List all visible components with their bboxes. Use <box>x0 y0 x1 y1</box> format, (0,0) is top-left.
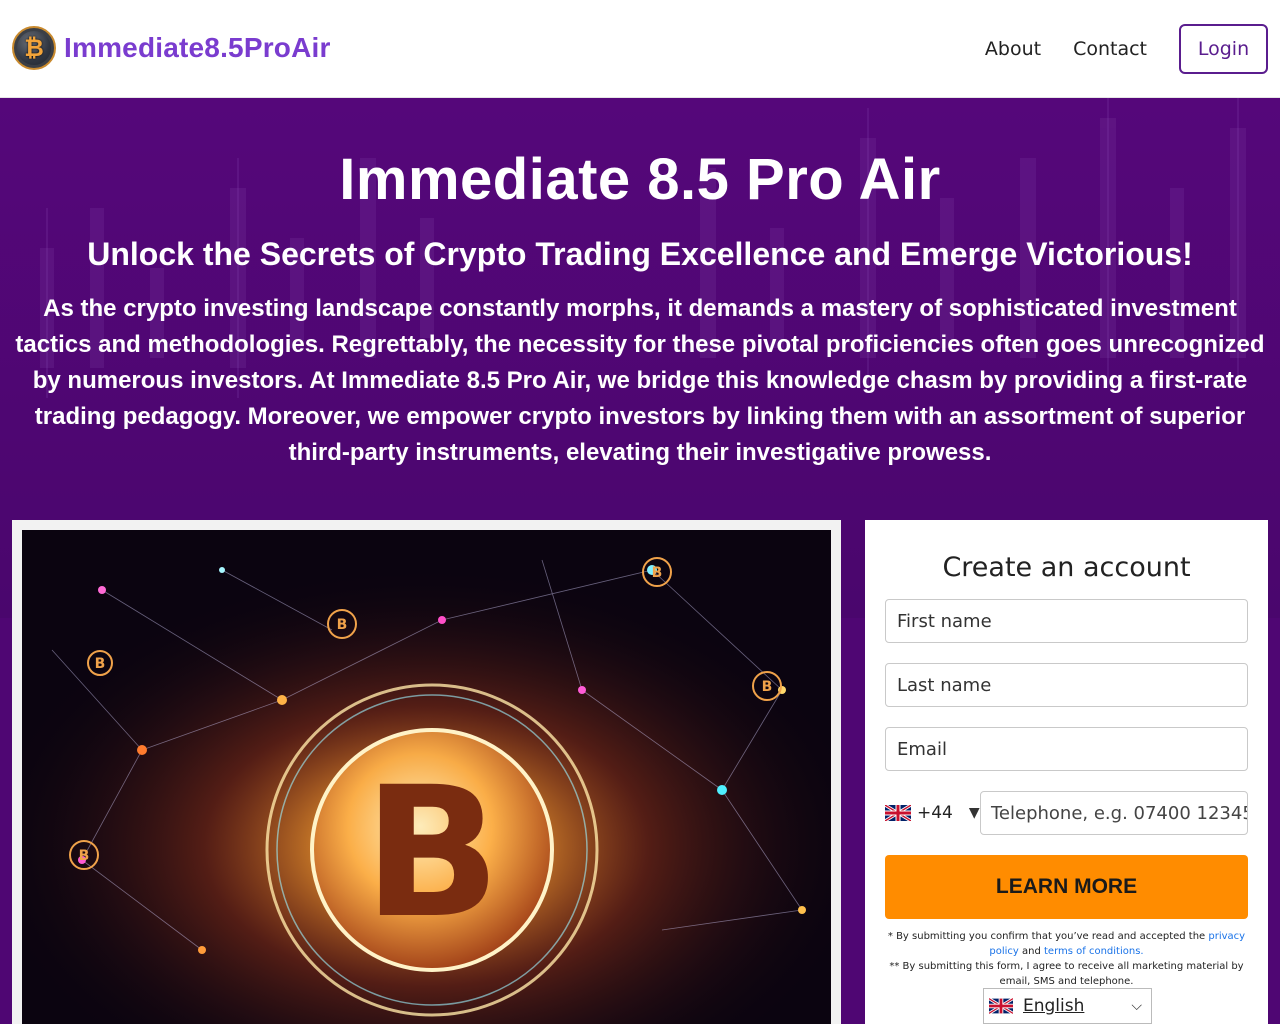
svg-text:B: B <box>762 679 773 695</box>
last-name-field[interactable]: Last name <box>885 663 1248 707</box>
language-label: English <box>1023 996 1085 1016</box>
logo-text[interactable]: Immediate8.5ProAir <box>64 32 331 64</box>
chevron-down-icon: ⌵ <box>1131 998 1142 1014</box>
site-logo[interactable]: ₿ Immediate8.5ProAir <box>12 26 331 70</box>
bitcoin-network-image: B B B B B B <box>22 530 831 1024</box>
svg-text:B: B <box>337 617 348 633</box>
nav-about-link[interactable]: About <box>985 38 1041 60</box>
hero-paragraph: As the crypto investing landscape consta… <box>15 295 1265 466</box>
hero-section: Immediate 8.5 Pro Air Unlock the Secrets… <box>0 98 1280 1024</box>
phone-row: +44 ▼ Telephone, e.g. 07400 123456 <box>885 791 1248 835</box>
signup-form-card: Create an account First name Last name E… <box>865 520 1268 1024</box>
nav-contact-link[interactable]: Contact <box>1073 38 1147 60</box>
form-title: Create an account <box>942 552 1191 583</box>
uk-flag-icon <box>989 998 1013 1014</box>
hero-title: Immediate 8.5 Pro Air <box>339 147 941 212</box>
dial-code: +44 <box>917 803 953 823</box>
learn-more-button[interactable]: LEARN MORE <box>885 855 1248 919</box>
svg-text:B: B <box>79 848 90 864</box>
bitcoin-illustration: B B B B B B <box>22 530 831 1024</box>
terms-link[interactable]: terms of conditions. <box>1044 946 1144 957</box>
logo-symbol: ₿ <box>24 33 44 62</box>
bitcoin-logo-icon: ₿ <box>12 26 56 70</box>
svg-text:B: B <box>652 565 663 581</box>
language-selector[interactable]: English ⌵ <box>983 988 1152 1024</box>
login-button[interactable]: Login <box>1179 24 1268 74</box>
disclaimer-text-pre: * By submitting you confirm that you’ve … <box>887 931 1209 942</box>
uk-flag-icon <box>885 805 911 821</box>
main-nav: About Contact Login <box>985 24 1268 74</box>
phone-input[interactable]: Telephone, e.g. 07400 123456 <box>980 791 1248 835</box>
hero-subtitle: Unlock the Secrets of Crypto Trading Exc… <box>87 236 1193 272</box>
first-name-field[interactable]: First name <box>885 599 1248 643</box>
disclaimer-marketing: ** By submitting this form, I agree to r… <box>889 961 1244 987</box>
country-code-select[interactable]: +44 ▼ <box>885 791 980 835</box>
bitcoin-symbol: B <box>363 749 500 958</box>
caret-down-icon: ▼ <box>968 805 980 821</box>
disclaimer-privacy: * By submitting you confirm that you’ve … <box>883 929 1250 959</box>
svg-text:B: B <box>95 656 106 672</box>
disclaimer-text-mid: and <box>1018 946 1045 957</box>
site-header: ₿ Immediate8.5ProAir About Contact Login <box>0 0 1280 98</box>
hero-image-card: B B B B B B <box>12 520 841 1024</box>
email-field[interactable]: Email <box>885 727 1248 771</box>
